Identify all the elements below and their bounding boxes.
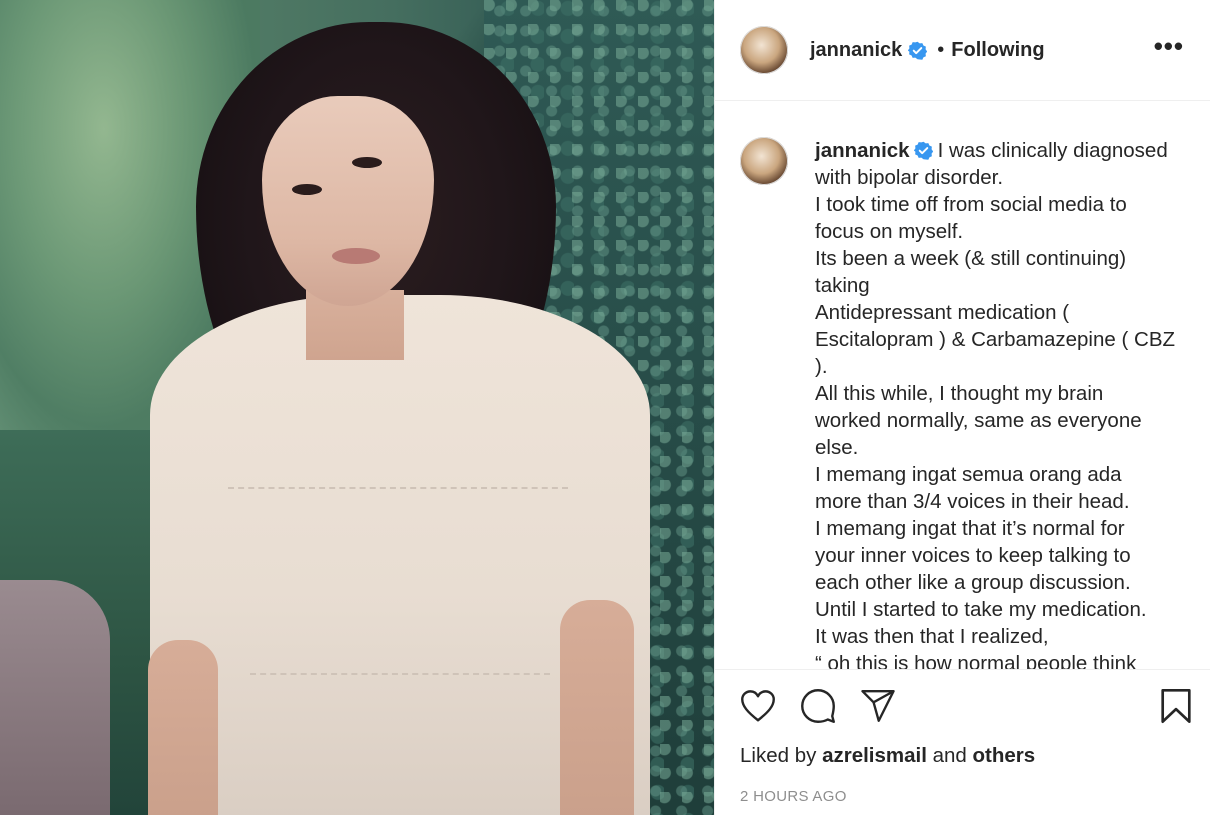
- caption-line: I memang ingat semua orang ada: [815, 463, 1122, 486]
- subject-right-eye: [352, 157, 382, 168]
- caption-line: taking: [815, 274, 870, 297]
- heart-icon: [741, 690, 775, 722]
- more-options-icon[interactable]: •••: [1154, 33, 1184, 67]
- action-bar: [740, 670, 1194, 742]
- background-path: [0, 580, 110, 815]
- caption-line: Its been a week (& still continuing): [815, 247, 1127, 270]
- paper-plane-icon: [861, 690, 895, 722]
- subject-lips: [332, 248, 380, 264]
- caption-line: Antidepressant medication (: [815, 301, 1070, 324]
- caption-line: with bipolar disorder.: [815, 166, 1004, 189]
- caption-author-username[interactable]: jannanick: [815, 139, 910, 162]
- dress-seam-lower: [250, 673, 550, 675]
- likes-summary: Liked by azrelismail and others: [740, 744, 1194, 768]
- subject-left-eye: [292, 184, 322, 195]
- caption-line: Until I started to take my medication.: [815, 598, 1147, 621]
- caption-line: All this while, I thought my brain: [815, 382, 1104, 405]
- verified-badge-icon: [908, 41, 928, 60]
- caption-author-avatar[interactable]: [740, 137, 788, 185]
- subject-left-arm: [148, 640, 218, 815]
- caption-line: worked normally, same as everyone: [815, 409, 1142, 432]
- caption-first-line: jannanick I was clinically diagnosed: [815, 137, 1185, 164]
- liked-by-prefix: Liked by: [740, 744, 817, 767]
- caption-line: ).: [815, 355, 828, 378]
- post-caption: jannanick I was clinically diagnosed wit…: [740, 137, 1190, 669]
- caption-line: I memang ingat that it’s normal for: [815, 517, 1125, 540]
- caption-line: Escitalopram ) & Carbamazepine ( CBZ: [815, 328, 1176, 351]
- author-username[interactable]: jannanick: [810, 39, 902, 62]
- comments-area[interactable]: jannanick I was clinically diagnosed wit…: [715, 101, 1210, 669]
- post-viewer: jannanick • Following ••• jannanick I wa…: [0, 0, 1210, 815]
- caption-line: each other like a group discussion.: [815, 571, 1131, 594]
- author-avatar[interactable]: [740, 26, 788, 74]
- liked-by-and: and: [932, 744, 967, 767]
- bookmark-icon: [1161, 689, 1191, 723]
- caption-line: your inner voices to keep talking to: [815, 544, 1131, 567]
- dress-seam-upper: [228, 487, 568, 489]
- post-photo[interactable]: [0, 0, 714, 815]
- save-button[interactable]: [1158, 688, 1194, 724]
- liked-by-others-link[interactable]: others: [973, 744, 1036, 767]
- header-separator: •: [937, 38, 945, 61]
- caption-line: “ oh this is how normal people think: [815, 652, 1137, 669]
- post-timestamp[interactable]: 2 HOURS AGO: [740, 788, 1194, 805]
- liked-by-user-link[interactable]: azrelismail: [822, 744, 927, 767]
- share-button[interactable]: [860, 688, 896, 724]
- caption-line: more than 3/4 voices in their head.: [815, 490, 1130, 513]
- comment-icon: [801, 689, 835, 723]
- post-side-panel: jannanick • Following ••• jannanick I wa…: [714, 0, 1210, 815]
- caption-line: I was clinically diagnosed: [937, 139, 1168, 162]
- caption-text: jannanick I was clinically diagnosed wit…: [815, 137, 1185, 669]
- caption-line: It was then that I realized,: [815, 625, 1049, 648]
- comment-button[interactable]: [800, 688, 836, 724]
- caption-line: else.: [815, 436, 859, 459]
- post-header: jannanick • Following •••: [715, 0, 1210, 101]
- post-actions-section: Liked by azrelismail and others 2 HOURS …: [715, 669, 1210, 815]
- following-button[interactable]: Following: [951, 39, 1044, 62]
- subject-right-arm: [560, 600, 634, 815]
- like-button[interactable]: [740, 688, 776, 724]
- caption-line: I took time off from social media to: [815, 193, 1127, 216]
- caption-line: focus on myself.: [815, 220, 964, 243]
- verified-badge-icon: [913, 141, 933, 160]
